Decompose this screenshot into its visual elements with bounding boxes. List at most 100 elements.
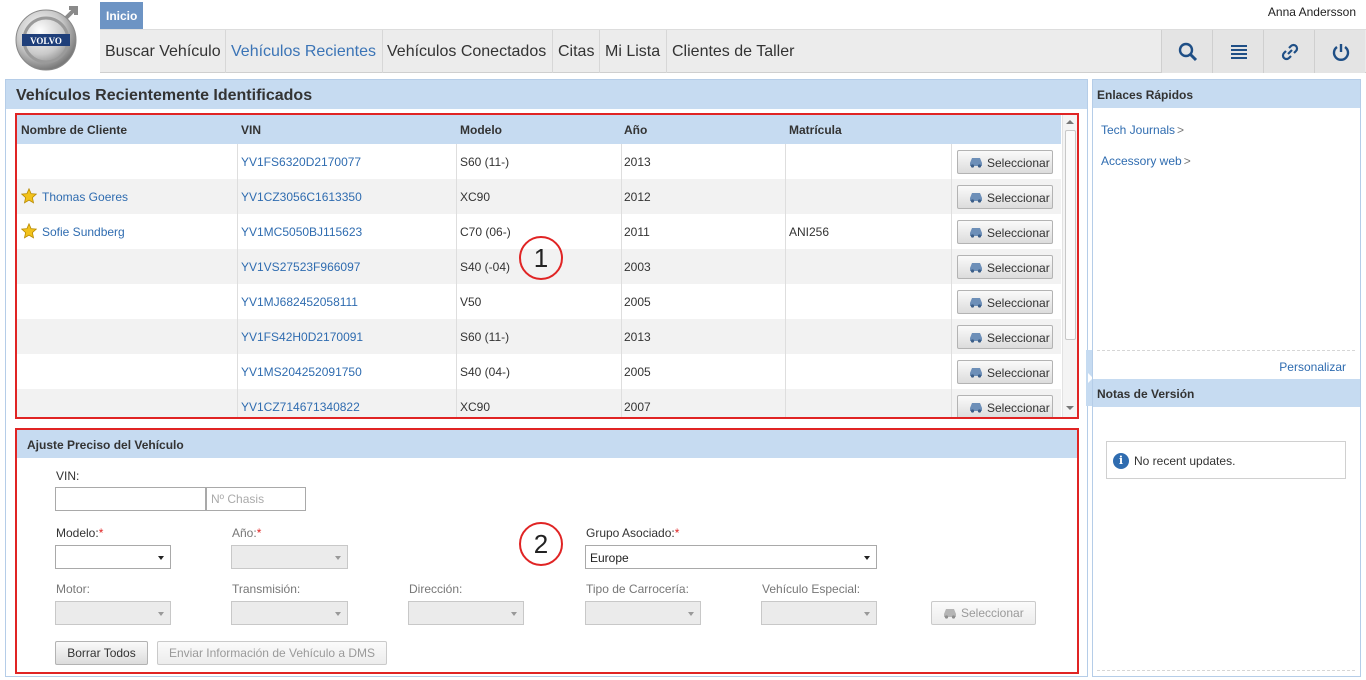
customer-name[interactable]: Thomas Goeres <box>42 190 128 204</box>
table-row[interactable]: YV1FS6320D2170077 S60 (11-) 2013 Selecciona… <box>17 144 1061 179</box>
scroll-down-arrow[interactable] <box>1066 406 1074 410</box>
volvo-logo[interactable]: VOLVO <box>12 4 82 72</box>
nav-mi-lista[interactable]: Mi Lista <box>600 30 665 73</box>
select-vehicle-button[interactable]: Seleccionar <box>957 325 1053 349</box>
vin-link[interactable]: YV1CZ3056C1613350 <box>241 190 362 204</box>
callout-marker-1: 1 <box>519 236 563 280</box>
year-cell: 2011 <box>624 225 650 239</box>
column-header-year[interactable]: Año <box>624 123 647 137</box>
release-notes-header: Notas de Versión <box>1093 379 1360 407</box>
vin-link[interactable]: YV1FS6320D2170077 <box>241 155 361 169</box>
nav-vehiculos-recientes[interactable]: Vehículos Recientes <box>226 30 381 73</box>
select-vehicle-button[interactable]: Seleccionar <box>957 255 1053 279</box>
select-vehicle-button[interactable]: Seleccionar <box>957 185 1053 209</box>
special-vehicle-label: Vehículo Especial: <box>762 582 861 596</box>
select-label: Seleccionar <box>987 331 1050 345</box>
search-icon <box>1178 42 1198 62</box>
model-cell: V50 <box>460 295 482 309</box>
power-icon <box>1332 44 1350 61</box>
column-divider <box>456 249 457 284</box>
car-icon <box>970 263 982 273</box>
list-button[interactable] <box>1212 30 1263 73</box>
user-name[interactable]: Anna Andersson <box>1268 5 1356 19</box>
select-vehicle-button[interactable]: Seleccionar <box>957 360 1053 384</box>
model-cell: XC90 <box>460 190 491 204</box>
model-label-text: Modelo: <box>56 526 99 540</box>
scroll-up-arrow[interactable] <box>1066 120 1074 124</box>
vin-link[interactable]: YV1MJ682452058111 <box>241 295 358 309</box>
column-divider <box>237 214 238 249</box>
year-dropdown[interactable] <box>231 545 348 569</box>
nav-buscar-vehiculo[interactable]: Buscar Vehículo <box>100 30 226 73</box>
right-sidebar: Enlaces Rápidos Tech Journals > Accessory… <box>1092 79 1361 677</box>
chassis-input[interactable] <box>206 487 306 511</box>
logout-button[interactable] <box>1314 30 1365 73</box>
vin-input[interactable] <box>55 487 206 511</box>
link-button[interactable] <box>1263 30 1314 73</box>
scroll-thumb[interactable] <box>1065 130 1076 340</box>
model-dropdown[interactable] <box>55 545 171 569</box>
table-row[interactable]: YV1MS204252091750 S40 (04-) 2005 Selecciona… <box>17 354 1061 389</box>
select-label: Seleccionar <box>987 261 1050 275</box>
column-header-plate[interactable]: Matrícula <box>789 123 842 137</box>
nav-citas[interactable]: Citas <box>553 30 599 73</box>
column-header-vin[interactable]: VIN <box>241 123 261 137</box>
model-cell: S40 (04-) <box>460 365 511 379</box>
form-title: Ajuste Preciso del Vehículo <box>27 438 184 452</box>
divider <box>1097 670 1355 671</box>
special-vehicle-dropdown[interactable] <box>761 601 877 625</box>
favorite-star-icon[interactable] <box>21 188 37 204</box>
required-marker: * <box>98 526 104 540</box>
favorite-star-icon[interactable] <box>21 223 37 239</box>
vin-link[interactable]: YV1MC5050BJ115623 <box>241 225 362 239</box>
select-label: Seleccionar <box>987 226 1050 240</box>
steering-dropdown[interactable] <box>408 601 524 625</box>
home-tab[interactable]: Inicio <box>100 2 143 29</box>
send-to-dms-button[interactable]: Enviar Información de Vehículo a DMS <box>157 641 387 665</box>
column-header-model[interactable]: Modelo <box>460 123 502 137</box>
engine-dropdown[interactable] <box>55 601 171 625</box>
column-divider <box>237 249 238 284</box>
callout-marker-2: 2 <box>519 522 563 566</box>
transmission-dropdown[interactable] <box>231 601 348 625</box>
model-cell: C70 (06-) <box>460 225 511 239</box>
body-type-dropdown[interactable] <box>585 601 701 625</box>
select-vehicle-button[interactable]: Seleccionar <box>957 395 1053 417</box>
table-row[interactable]: Thomas Goeres YV1CZ3056C1613350 XC90 2012 Se… <box>17 179 1061 214</box>
column-divider <box>456 319 457 354</box>
vin-link[interactable]: YV1CZ714671340822 <box>241 400 360 414</box>
vin-link[interactable]: YV1VS27523F966097 <box>241 260 360 274</box>
customize-link[interactable]: Personalizar <box>1279 360 1346 374</box>
table-row[interactable]: YV1MJ682452058111 V50 2005 Seleccionar <box>17 284 1061 319</box>
table-scrollbar[interactable] <box>1062 115 1077 417</box>
search-button[interactable] <box>1161 30 1212 73</box>
chevron-down-icon <box>158 556 164 560</box>
model-label: Modelo:* <box>56 526 103 540</box>
main-nav: Buscar Vehículo Vehículos Recientes Vehí… <box>100 29 1366 73</box>
column-header-customer[interactable]: Nombre de Cliente <box>21 123 127 137</box>
column-divider <box>951 389 952 417</box>
select-vehicle-button[interactable]: Seleccionar <box>957 290 1053 314</box>
customer-name[interactable]: Sofie Sundberg <box>42 225 125 239</box>
nav-vehiculos-conectados[interactable]: Vehículos Conectados <box>382 30 551 73</box>
form-title-bar: Ajuste Preciso del Vehículo <box>17 430 1077 458</box>
table-row[interactable]: YV1CZ714671340822 XC90 2007 Seleccionar <box>17 389 1061 417</box>
vin-link[interactable]: YV1FS42H0D2170091 <box>241 330 363 344</box>
table-row[interactable]: YV1FS42H0D2170091 S60 (11-) 2013 Selecciona… <box>17 319 1061 354</box>
select-vehicle-button[interactable]: Seleccionar <box>957 220 1053 244</box>
select-vehicle-button[interactable]: Seleccionar <box>957 150 1053 174</box>
vin-link[interactable]: YV1MS204252091750 <box>241 365 362 379</box>
column-divider <box>785 284 786 319</box>
nav-clientes-de-taller[interactable]: Clientes de Taller <box>667 30 799 73</box>
car-icon <box>970 333 982 343</box>
link-tech-journals[interactable]: Tech Journals > <box>1101 123 1184 137</box>
form-select-button[interactable]: Seleccionar <box>931 601 1036 625</box>
link-accessory-web[interactable]: Accessory web > <box>1101 154 1191 168</box>
column-divider <box>785 179 786 214</box>
column-divider <box>621 319 622 354</box>
group-dropdown[interactable]: Europe <box>585 545 877 569</box>
year-cell: 2013 <box>624 155 651 169</box>
clear-all-button[interactable]: Borrar Todos <box>55 641 148 665</box>
required-marker: * <box>256 526 262 540</box>
year-cell: 2007 <box>624 400 651 414</box>
